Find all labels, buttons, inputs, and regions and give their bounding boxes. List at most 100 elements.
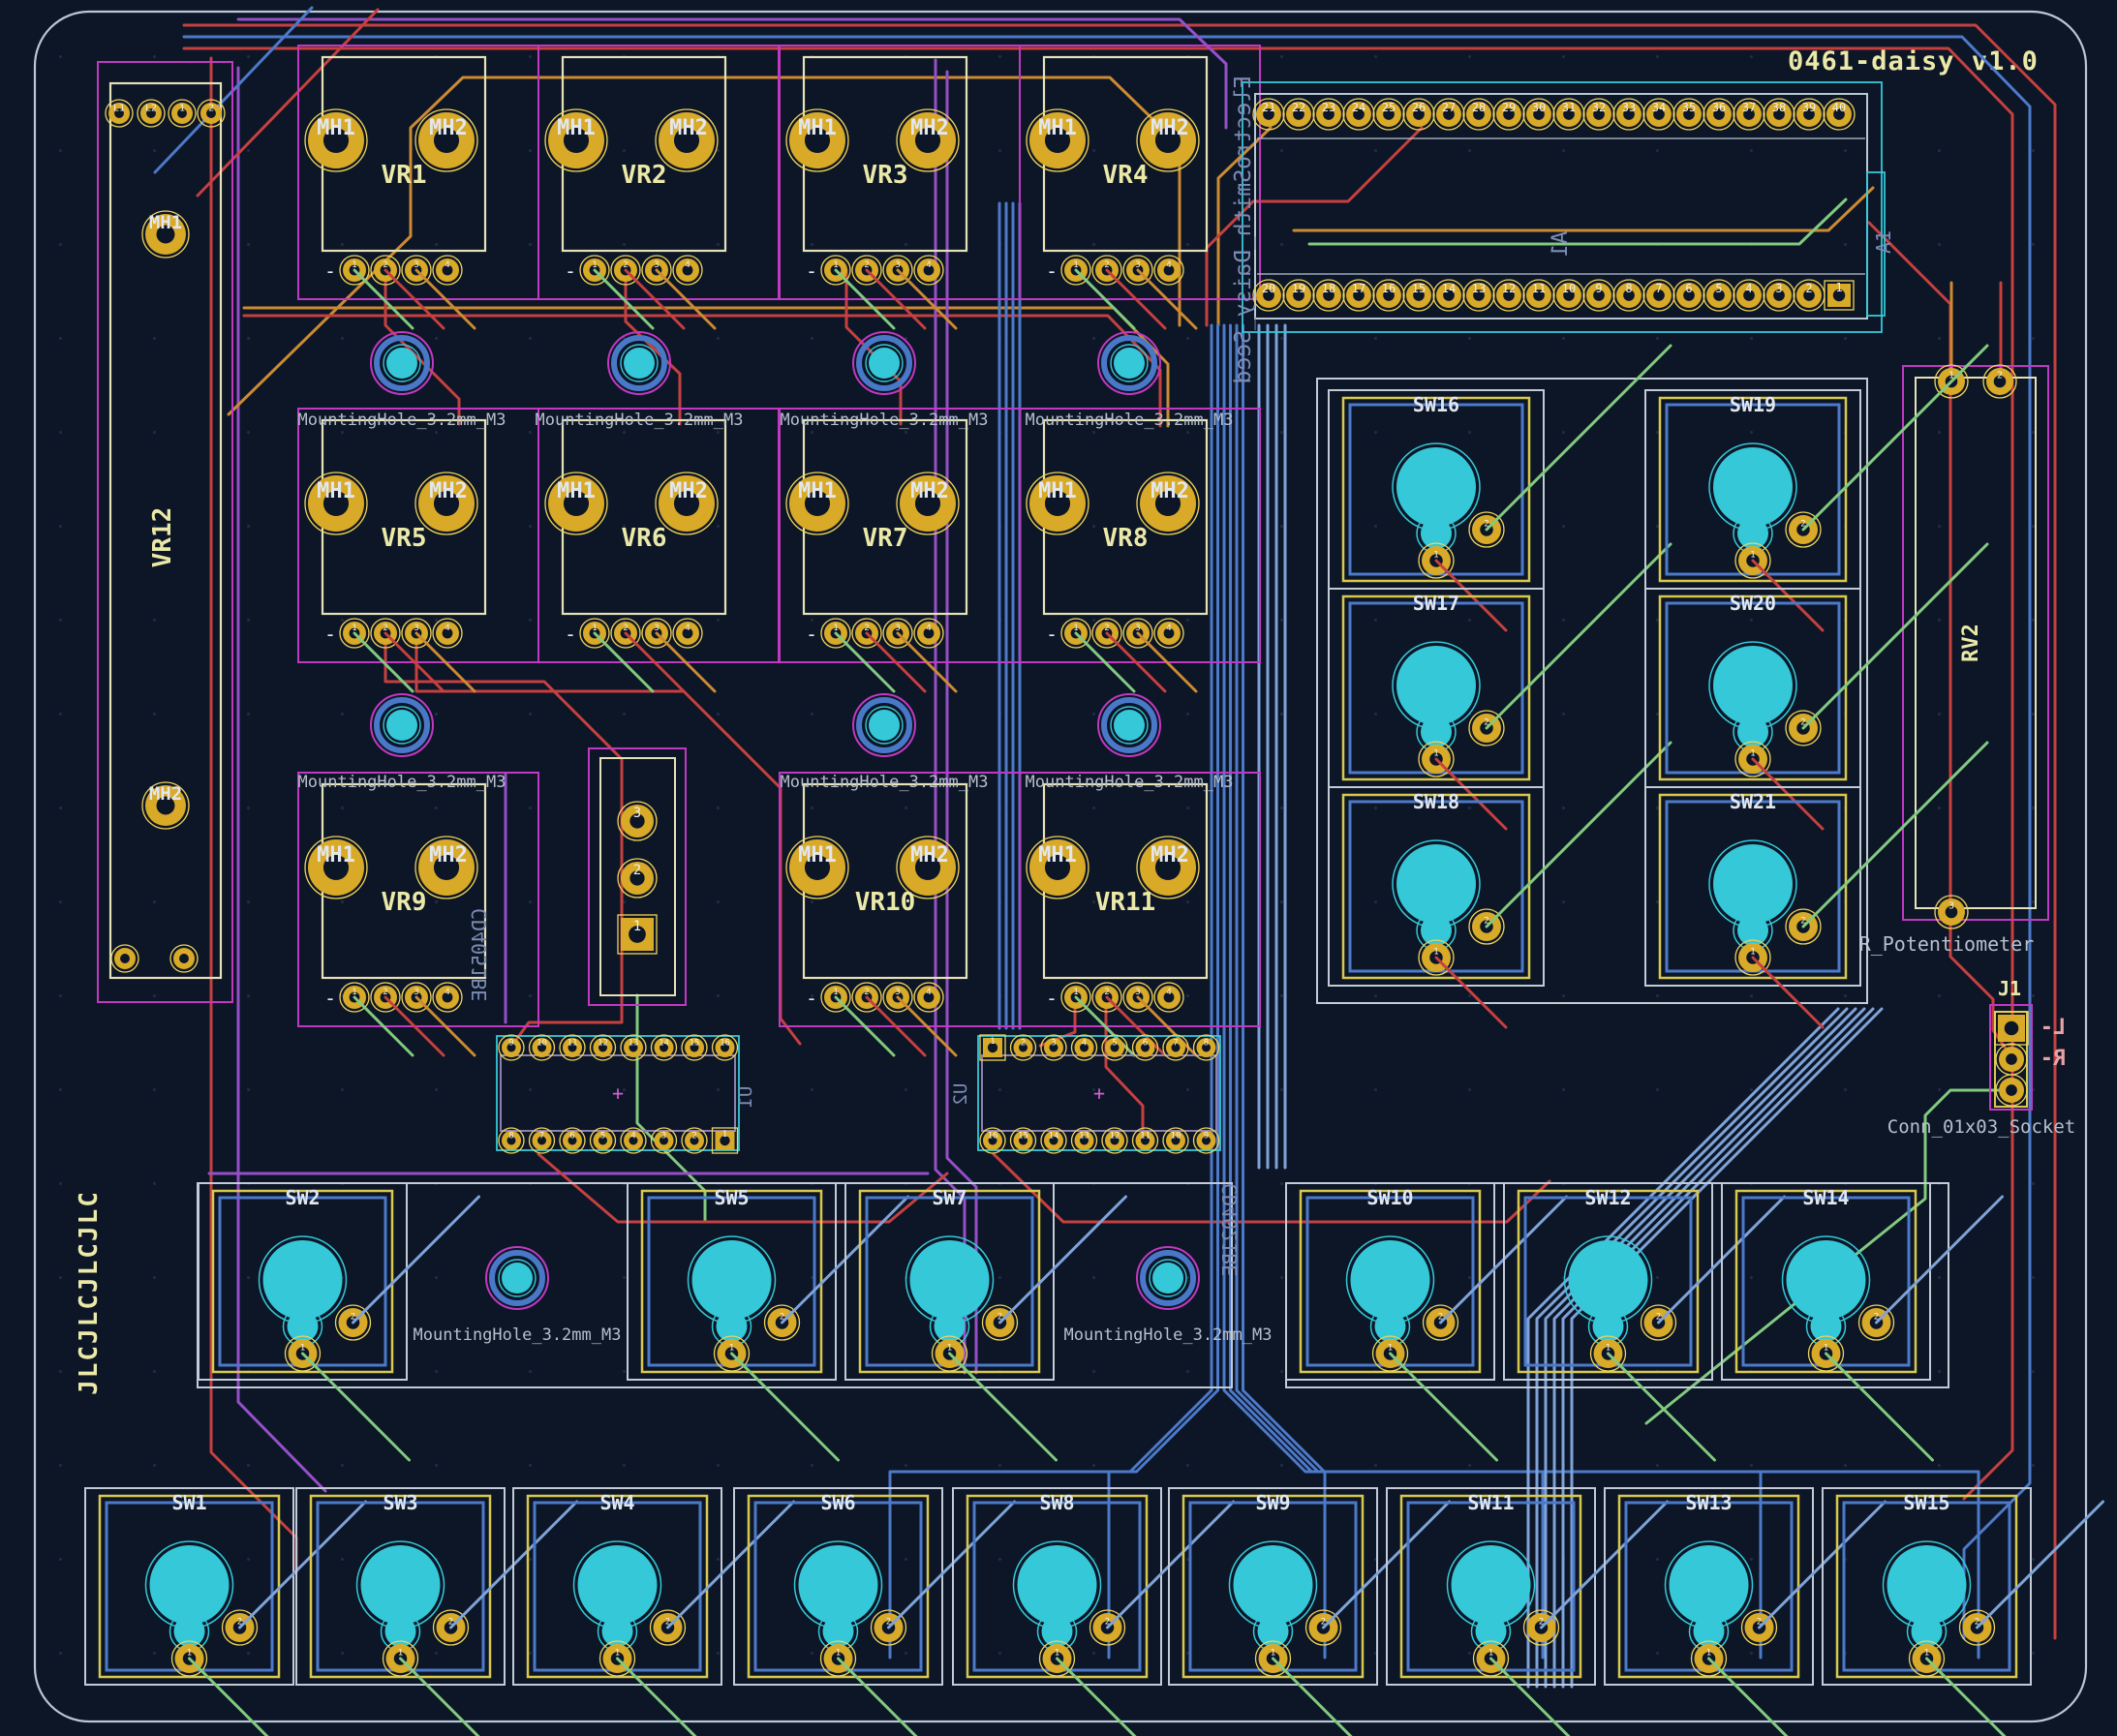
trace[interactable] — [1978, 1502, 2103, 1628]
switch-sw1[interactable]: 12SW1 — [85, 1488, 293, 1685]
plunger-hole[interactable] — [1396, 447, 1476, 527]
plunger-hole[interactable] — [1018, 1545, 1097, 1625]
plunger-hole[interactable] — [1396, 646, 1476, 725]
pad-number: 10 — [1171, 1132, 1181, 1142]
plunger-hole[interactable] — [1351, 1240, 1430, 1320]
pot-vr6[interactable]: MH1MH2VR6-1234 — [538, 409, 779, 662]
trace[interactable] — [353, 1197, 479, 1323]
ref-label: SW6 — [820, 1491, 855, 1514]
mounting-hole[interactable]: MountingHole_3.2mm_M3 — [298, 694, 506, 792]
switch-sw4[interactable]: 12SW4 — [513, 1488, 721, 1685]
switch-sw20[interactable]: 12SW20 — [1645, 589, 1860, 787]
trace[interactable] — [889, 1502, 1015, 1628]
switch-sw13[interactable]: 12SW13 — [1605, 1488, 1813, 1685]
trace[interactable] — [637, 995, 705, 1220]
trace[interactable] — [1487, 544, 1671, 728]
switch-sw18[interactable]: 12SW18 — [1329, 787, 1544, 986]
minus-label: - — [806, 259, 817, 283]
ref-label: VR7 — [863, 524, 908, 553]
trace[interactable] — [1487, 743, 1671, 927]
pot-vr10[interactable]: MH1MH2VR10-1234 — [780, 773, 1020, 1026]
plunger-hole[interactable] — [150, 1545, 230, 1625]
plunger-hole[interactable] — [361, 1545, 441, 1625]
conn3-footprint[interactable]: 321 — [589, 748, 686, 1005]
switch-sw9[interactable]: 12SW9 — [1169, 1488, 1377, 1685]
plunger-hole[interactable] — [1713, 447, 1793, 527]
switch-sw14[interactable]: 12SW14 — [1722, 1183, 1930, 1380]
plunger-hole[interactable] — [1234, 1545, 1313, 1625]
pot-vr3[interactable]: MH1MH2VR3-1234 — [780, 46, 1020, 299]
switch-sw5[interactable]: 12SW5 — [628, 1183, 836, 1380]
trace[interactable] — [1108, 1502, 1234, 1628]
plunger-hole[interactable] — [1887, 1545, 1967, 1625]
mounting-hole[interactable]: MountingHole_3.2mm_M3 — [1026, 694, 1234, 792]
dip-socket-u2[interactable]: +12345678161514131211109 — [978, 1035, 1220, 1153]
pot-vr2[interactable]: MH1MH2VR2-1234 — [538, 46, 779, 299]
trace[interactable] — [211, 58, 296, 1572]
trace[interactable] — [1877, 1197, 2003, 1323]
switch-sw15[interactable]: 12SW15 — [1823, 1488, 2031, 1685]
plunger-hole[interactable] — [263, 1240, 343, 1320]
trace[interactable] — [1106, 997, 1143, 1139]
trace[interactable] — [994, 1154, 1549, 1222]
dip-socket-u1[interactable]: +91011121314151687654321 — [497, 1035, 739, 1153]
trace[interactable] — [1294, 188, 1873, 230]
switch-sw10[interactable]: 12SW10 — [1286, 1183, 1494, 1380]
switch-sw6[interactable]: 12SW6 — [734, 1488, 942, 1685]
hole — [1114, 348, 1145, 379]
switch-sw19[interactable]: 12SW19 — [1645, 390, 1860, 589]
trace[interactable] — [1000, 1197, 1126, 1323]
switch-sw3[interactable]: 12SW3 — [296, 1488, 505, 1685]
trace[interactable] — [240, 1502, 366, 1628]
trace[interactable] — [1753, 958, 1823, 1027]
plunger-hole[interactable] — [578, 1545, 658, 1625]
pad-number: 3 — [661, 1132, 666, 1142]
trace[interactable] — [947, 72, 976, 1373]
mounting-hole[interactable]: MountingHole_3.2mm_M3 — [781, 332, 989, 430]
plunger-hole[interactable] — [1713, 646, 1793, 725]
trace[interactable] — [1487, 346, 1671, 530]
trace[interactable] — [1436, 958, 1506, 1027]
trace[interactable] — [668, 1502, 794, 1628]
stem-hole — [385, 1616, 416, 1647]
conn-j1[interactable]: J1L-R-Conn_01x03_Socket — [1887, 977, 2075, 1138]
pot-vr9[interactable]: MH1MH2VR9-1234 — [298, 773, 538, 1026]
switch-sw12[interactable]: 12SW12 — [1504, 1183, 1712, 1380]
switch-sw21[interactable]: 12SW21 — [1645, 787, 1860, 986]
plunger-hole[interactable] — [692, 1240, 772, 1320]
plunger-hole[interactable] — [1670, 1545, 1749, 1625]
switch-sw7[interactable]: 12SW7 — [845, 1183, 1054, 1380]
mounting-hole[interactable]: MountingHole_3.2mm_M3 — [1026, 332, 1234, 430]
pad-number: 3 — [895, 988, 900, 997]
trace[interactable] — [1243, 325, 1979, 1658]
plunger-hole[interactable] — [799, 1545, 878, 1625]
trace[interactable] — [385, 633, 622, 1044]
trace[interactable] — [1803, 743, 1987, 927]
switch-sw17[interactable]: 12SW17 — [1329, 589, 1544, 787]
trace[interactable] — [626, 270, 680, 424]
switch-sw16[interactable]: 12SW16 — [1329, 390, 1544, 589]
trace[interactable] — [1309, 199, 1846, 244]
pad-number: 24 — [1352, 101, 1365, 114]
trace[interactable] — [936, 60, 965, 1373]
plunger-hole[interactable] — [1452, 1545, 1531, 1625]
pot-vr1[interactable]: MH1MH2VR1-1234 — [298, 46, 538, 299]
mounting-hole[interactable]: MountingHole_3.2mm_M3 — [781, 694, 989, 792]
pot-vr5[interactable]: MH1MH2VR5-1234 — [298, 409, 538, 662]
plunger-hole[interactable] — [910, 1240, 990, 1320]
trace[interactable] — [184, 25, 2055, 1638]
mounting-hole[interactable]: MountingHole_3.2mm_M3 — [414, 1247, 622, 1345]
mounting-hole[interactable]: MountingHole_3.2mm_M3 — [536, 332, 744, 430]
plunger-hole[interactable] — [1787, 1240, 1866, 1320]
pot-vr7[interactable]: MH1MH2VR7-1234 — [780, 409, 1020, 662]
pot-rv2[interactable]: 123RV2R_Potentiometer — [1859, 365, 2048, 956]
switch-sw2[interactable]: 12SW2 — [199, 1183, 407, 1380]
plunger-hole[interactable] — [1569, 1240, 1648, 1320]
plunger-hole[interactable] — [1396, 844, 1476, 924]
mounting-hole[interactable]: MountingHole_3.2mm_M3 — [298, 332, 506, 430]
plunger-hole[interactable] — [1713, 844, 1793, 924]
trace[interactable] — [1803, 346, 1987, 530]
switch-sw8[interactable]: 12SW8 — [953, 1488, 1161, 1685]
pad-number: 7 — [1173, 1039, 1178, 1049]
header-socket-a1[interactable]: 2122232425262728293031323334353637383940… — [1243, 82, 1885, 332]
